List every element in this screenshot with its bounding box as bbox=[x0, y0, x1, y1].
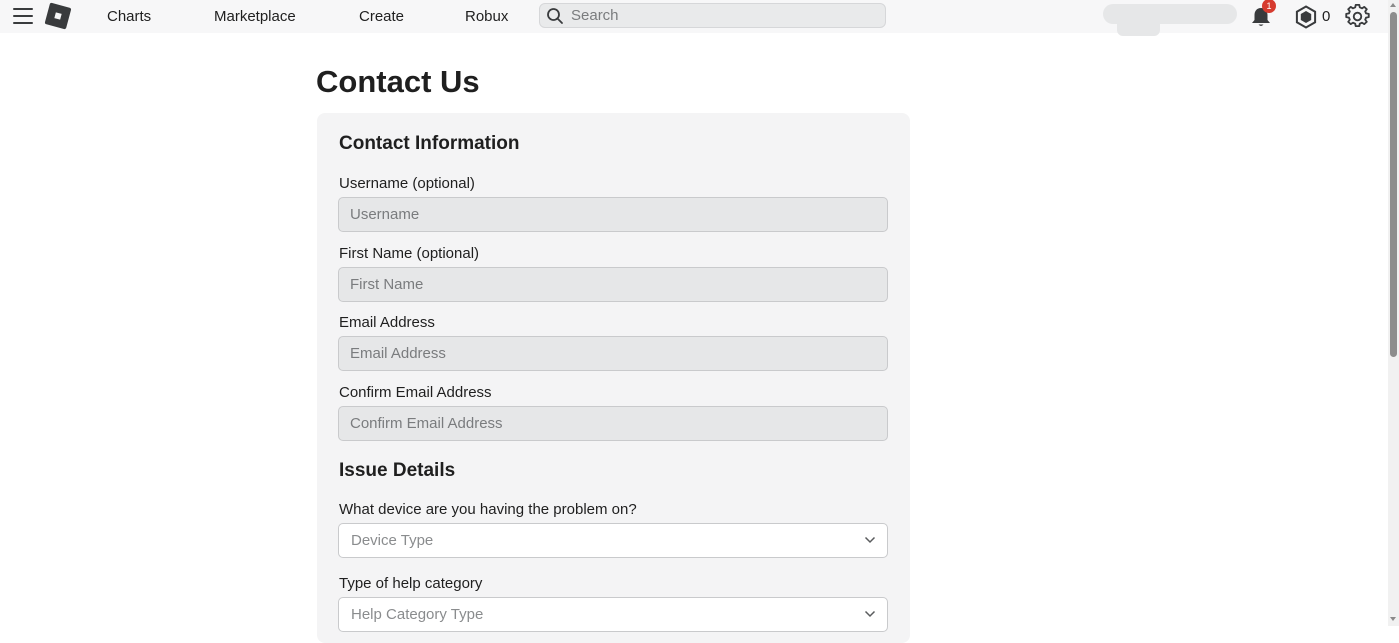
account-subtitle-placeholder bbox=[1117, 18, 1160, 36]
first-name-input[interactable] bbox=[338, 267, 888, 302]
help-category-select[interactable]: Help Category Type bbox=[338, 597, 888, 632]
search-icon bbox=[547, 8, 563, 24]
email-address-input[interactable] bbox=[338, 336, 888, 371]
email-address-label: Email Address bbox=[339, 314, 435, 331]
nav-link-create[interactable]: Create bbox=[359, 8, 404, 25]
confirm-email-input[interactable] bbox=[338, 406, 888, 441]
chevron-down-icon bbox=[864, 536, 876, 544]
username-input[interactable] bbox=[338, 197, 888, 232]
settings-gear-icon[interactable] bbox=[1345, 4, 1370, 29]
help-category-label: Type of help category bbox=[339, 575, 483, 592]
device-type-placeholder: Device Type bbox=[351, 532, 434, 549]
scroll-down-arrow-icon[interactable] bbox=[1390, 617, 1396, 621]
contact-form-card: Contact Information Username (optional) … bbox=[317, 113, 910, 643]
page-scrollbar[interactable] bbox=[1388, 0, 1399, 626]
nav-link-robux[interactable]: Robux bbox=[465, 8, 508, 25]
scrollbar-thumb[interactable] bbox=[1390, 12, 1397, 357]
search-box bbox=[539, 3, 886, 28]
roblox-logo-icon[interactable] bbox=[44, 2, 72, 30]
device-type-select[interactable]: Device Type bbox=[338, 523, 888, 558]
device-question-label: What device are you having the problem o… bbox=[339, 501, 637, 518]
page-title: Contact Us bbox=[316, 64, 480, 99]
help-category-placeholder: Help Category Type bbox=[351, 606, 484, 623]
nav-link-charts[interactable]: Charts bbox=[107, 8, 151, 25]
first-name-label: First Name (optional) bbox=[339, 245, 480, 262]
chevron-down-icon bbox=[864, 610, 876, 618]
contact-information-heading: Contact Information bbox=[339, 133, 520, 154]
username-label: Username (optional) bbox=[339, 175, 475, 192]
nav-link-marketplace[interactable]: Marketplace bbox=[214, 8, 296, 25]
scroll-up-arrow-icon[interactable] bbox=[1390, 3, 1396, 7]
robux-icon[interactable] bbox=[1294, 5, 1318, 29]
search-input[interactable] bbox=[569, 5, 879, 26]
hamburger-menu-icon[interactable] bbox=[12, 7, 34, 25]
issue-details-heading: Issue Details bbox=[339, 460, 456, 481]
confirm-email-label: Confirm Email Address bbox=[339, 384, 492, 401]
notification-count-badge: 1 bbox=[1262, 0, 1276, 13]
top-navigation-bar: Charts Marketplace Create Robux 1 0 bbox=[0, 0, 1388, 36]
robux-balance: 0 bbox=[1322, 8, 1331, 25]
